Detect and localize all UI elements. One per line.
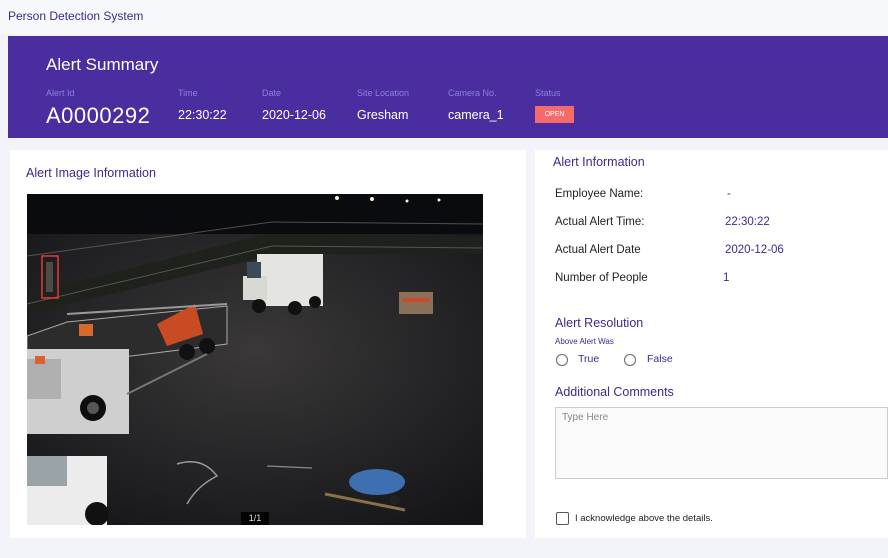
employee-name-label: Employee Name: — [555, 188, 644, 200]
app-title: Person Detection System — [8, 9, 144, 23]
alert-summary-title: Alert Summary — [46, 55, 159, 74]
status-label: Status — [535, 88, 561, 98]
actual-alert-time-label: Actual Alert Time: — [555, 216, 645, 228]
comments-placeholder: Type Here — [562, 412, 609, 423]
alert-information-title: Alert Information — [553, 155, 645, 169]
actual-alert-date-label: Actual Alert Date — [555, 244, 641, 256]
radio-false[interactable] — [624, 354, 636, 366]
alert-image-panel: Alert Image Information 1/1 — [10, 150, 526, 538]
site-location-value: Gresham — [357, 108, 409, 122]
camera-no-label: Camera No. — [448, 88, 497, 98]
date-label: Date — [262, 88, 282, 98]
additional-comments-title: Additional Comments — [555, 385, 674, 399]
alert-summary-banner: Alert Summary Alert Id A0000292 Time 22:… — [8, 36, 888, 138]
number-of-people-label: Number of People — [555, 272, 648, 284]
alert-image[interactable]: 1/1 — [27, 194, 483, 525]
employee-name-value: - — [727, 188, 731, 200]
alert-information-panel: Alert Information Employee Name: - Actua… — [535, 150, 888, 538]
radio-true-label[interactable]: True — [578, 353, 599, 365]
radio-true[interactable] — [556, 354, 568, 366]
top-bar: Person Detection System — [0, 0, 888, 34]
comments-textarea[interactable]: Type Here — [555, 407, 888, 479]
acknowledge-label[interactable]: I acknowledge above the details. — [575, 513, 713, 524]
status-badge: OPEN — [535, 106, 574, 123]
actual-alert-date-value: 2020-12-06 — [725, 244, 784, 256]
alert-resolution-caption: Above Alert Was — [555, 337, 614, 346]
acknowledge-checkbox[interactable] — [556, 512, 569, 525]
night-scene-image — [27, 194, 483, 525]
alert-image-title: Alert Image Information — [26, 166, 156, 180]
camera-no-value: camera_1 — [448, 108, 504, 122]
alert-resolution-title: Alert Resolution — [555, 316, 644, 330]
number-of-people-value: 1 — [723, 272, 730, 284]
actual-alert-time-value: 22:30:22 — [725, 216, 770, 228]
time-value: 22:30:22 — [178, 108, 227, 122]
date-value: 2020-12-06 — [262, 108, 326, 122]
radio-false-label[interactable]: False — [647, 353, 673, 365]
time-label: Time — [178, 88, 198, 98]
site-location-label: Site Location — [357, 88, 410, 98]
alert-id-label: Alert Id — [46, 88, 75, 98]
alert-id-value: A0000292 — [46, 103, 151, 128]
image-counter: 1/1 — [241, 512, 269, 525]
